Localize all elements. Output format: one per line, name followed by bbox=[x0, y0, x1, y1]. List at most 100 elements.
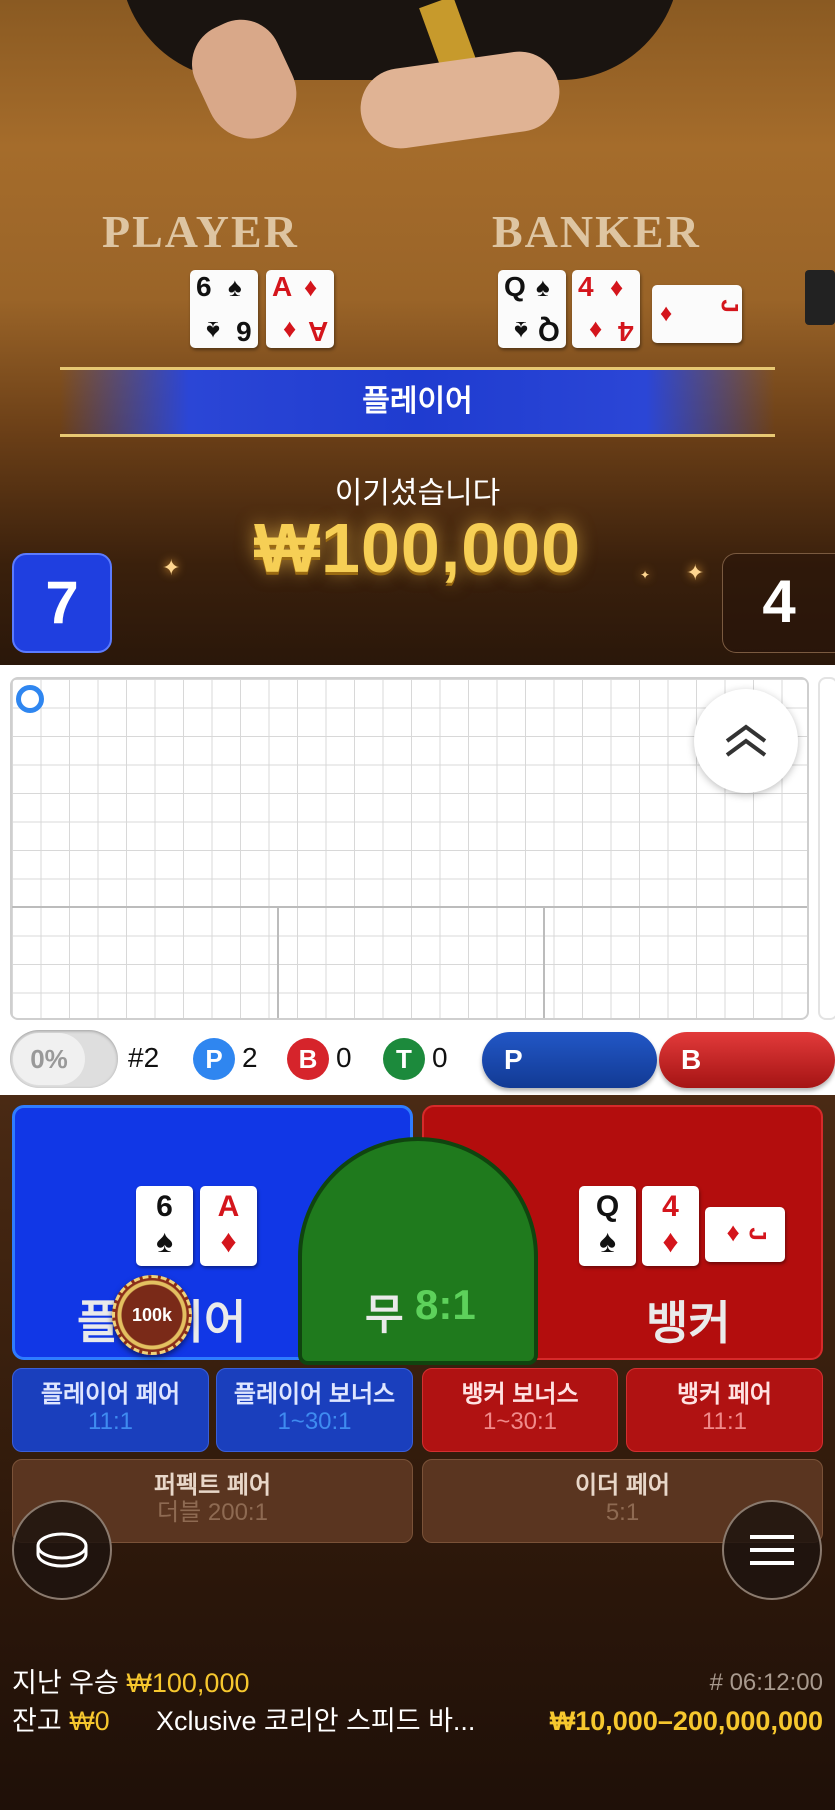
predict-banker-button[interactable]: B bbox=[659, 1032, 835, 1088]
bet-limits[interactable]: ₩10,000–200,000,000 bbox=[550, 1703, 823, 1739]
bet-tie-label: 무 bbox=[365, 1291, 404, 1338]
card-rank: 6 bbox=[196, 271, 212, 302]
side-bet-odds: 11:1 bbox=[88, 1408, 133, 1435]
card-rank: 6 bbox=[156, 1190, 173, 1223]
tie-count-badge: T bbox=[383, 1038, 425, 1080]
card-suit: ♦ bbox=[660, 300, 673, 327]
bet-banker-label: 뱅커 bbox=[646, 1297, 731, 1349]
win-message: 이기셨습니다 bbox=[334, 477, 501, 510]
result-banner: 플레이어 bbox=[60, 367, 775, 437]
card-rank: J bbox=[743, 1227, 771, 1241]
card-rank: 4 bbox=[578, 271, 594, 302]
card-rank: 4 bbox=[662, 1190, 679, 1223]
balance: 잔고 ₩0 bbox=[12, 1703, 110, 1739]
roadmap-stats: 0% #2 P 2 B 0 T 0 P B bbox=[10, 1028, 835, 1090]
roadmap-panel: 0% #2 P 2 B 0 T 0 P B bbox=[0, 665, 835, 1095]
menu-button[interactable] bbox=[722, 1500, 822, 1600]
side-bet-title: 뱅커 페어 bbox=[677, 1381, 772, 1408]
banker-count-badge: B bbox=[287, 1038, 329, 1080]
bet-tie-odds: 8:1 bbox=[415, 1281, 476, 1328]
card-suit: ♦ bbox=[588, 316, 602, 346]
table-banker-card-1: Q ♠ Q ♠ bbox=[498, 270, 566, 348]
tie-count: 0 bbox=[432, 1042, 448, 1073]
road-divider bbox=[277, 906, 279, 1018]
balance-label: 잔고 bbox=[12, 1706, 62, 1736]
table-player-label: PLAYER bbox=[102, 206, 299, 257]
side-bet-player-bonus[interactable]: 플레이어 보너스 1~30:1 bbox=[216, 1368, 413, 1452]
chip-stack-icon bbox=[36, 1532, 88, 1568]
betting-area: 6 ♠ A ♦ 플레이어 Q ♠ 4 ♦ ♦ J 뱅커 bbox=[0, 1095, 835, 1810]
side-bet-odds: 11:1 bbox=[702, 1408, 747, 1435]
card-suit: ♠ bbox=[228, 272, 242, 302]
card-rank: A bbox=[272, 271, 293, 302]
player-count: 2 bbox=[242, 1042, 258, 1073]
table-banker-card-2: 4 ♦ 4 ♦ bbox=[572, 270, 640, 348]
side-bet-title: 뱅커 보너스 bbox=[461, 1381, 579, 1408]
bet-banker-card-2: 4 ♦ bbox=[642, 1186, 699, 1266]
side-bet-odds: 1~30:1 bbox=[482, 1408, 558, 1435]
bet-banker-card-1: Q ♠ bbox=[579, 1186, 636, 1266]
balance-value: ₩0 bbox=[69, 1706, 110, 1736]
card-suit: ♠ bbox=[599, 1223, 616, 1259]
double-chevron-up-icon bbox=[725, 724, 767, 757]
placed-chip[interactable]: 100k bbox=[112, 1275, 192, 1355]
last-win-value: ₩100,000 bbox=[126, 1668, 250, 1698]
last-win-label: 지난 우승 bbox=[12, 1668, 119, 1698]
expand-roadmap-button[interactable] bbox=[694, 689, 798, 793]
chip-tray-button[interactable] bbox=[12, 1500, 112, 1600]
sparkle-icon: ✦ bbox=[686, 560, 705, 585]
card-shoe bbox=[805, 270, 835, 325]
player-count-badge: P bbox=[193, 1038, 235, 1080]
player-score: 7 bbox=[12, 553, 112, 653]
card-rank: A bbox=[217, 1190, 240, 1223]
hamburger-menu-icon bbox=[750, 1535, 794, 1565]
card-suit: ♦ bbox=[220, 1223, 237, 1259]
table-name[interactable]: Xclusive 코리안 스피드 바... bbox=[156, 1703, 475, 1739]
winner-label: 플레이어 bbox=[362, 385, 473, 418]
card-suit: ♦ bbox=[282, 316, 296, 346]
next-road-edge[interactable] bbox=[818, 677, 835, 1020]
card-suit: ♠ bbox=[536, 272, 550, 302]
live-video: PLAYER BANKER 6 ♠ 6 ♠ A ♦ A ♦ Q ♠ Q ♠ 4 … bbox=[0, 0, 835, 665]
round-count: #2 bbox=[128, 1042, 160, 1073]
card-suit: ♠ bbox=[206, 316, 220, 346]
win-amount: ₩100,000 bbox=[253, 509, 582, 587]
card-rank: A bbox=[307, 316, 328, 347]
last-win: 지난 우승 ₩100,000 bbox=[12, 1665, 249, 1701]
predict-player-button[interactable]: P bbox=[482, 1032, 657, 1088]
bet-player-card-2: A ♦ bbox=[200, 1186, 257, 1266]
card-rank: Q bbox=[538, 316, 560, 347]
bet-player-card-1: 6 ♠ bbox=[136, 1186, 193, 1266]
round-id: # 06:12:00 bbox=[709, 1669, 823, 1696]
side-bet-title: 이더 페어 bbox=[575, 1472, 670, 1499]
card-suit: ♠ bbox=[156, 1223, 173, 1259]
card-rank: Q bbox=[595, 1190, 620, 1223]
percent-toggle-label: 0% bbox=[13, 1033, 85, 1085]
card-rank: Q bbox=[504, 271, 526, 302]
percent-toggle[interactable]: 0% bbox=[10, 1030, 118, 1088]
side-bet-banker-bonus[interactable]: 뱅커 보너스 1~30:1 bbox=[422, 1368, 618, 1452]
game-screen: { "table": { "player_label": "PLAYER", "… bbox=[0, 0, 835, 1810]
big-road[interactable] bbox=[10, 677, 809, 1020]
side-bet-title: 퍼펙트 페어 bbox=[153, 1472, 272, 1499]
banker-count: 0 bbox=[336, 1042, 352, 1073]
banker-score: 4 bbox=[722, 553, 835, 653]
table-player-card-1: 6 ♠ 6 ♠ bbox=[190, 270, 258, 348]
card-suit: ♦ bbox=[662, 1223, 679, 1259]
bet-spot-tie[interactable]: 무 8:1 bbox=[298, 1137, 538, 1365]
side-bet-player-pair[interactable]: 플레이어 페어 11:1 bbox=[12, 1368, 209, 1452]
card-suit: ♦ bbox=[610, 272, 624, 302]
side-bet-title: 플레이어 보너스 bbox=[233, 1381, 396, 1408]
side-bet-title: 플레이어 페어 bbox=[40, 1381, 181, 1408]
table-banker-card-3: J ♦ bbox=[652, 285, 743, 343]
side-bet-banker-pair[interactable]: 뱅커 페어 11:1 bbox=[626, 1368, 823, 1452]
card-suit: ♠ bbox=[514, 316, 528, 346]
table-player-card-2: A ♦ A ♦ bbox=[266, 270, 334, 348]
sparkle-icon: ✦ bbox=[162, 555, 181, 580]
road-result-player bbox=[16, 685, 44, 713]
table-banker-label: BANKER bbox=[492, 206, 701, 257]
side-bet-odds: 1~30:1 bbox=[277, 1408, 352, 1435]
card-rank: J bbox=[715, 299, 743, 313]
card-rank: 6 bbox=[236, 316, 252, 347]
road-divider bbox=[543, 906, 545, 1018]
